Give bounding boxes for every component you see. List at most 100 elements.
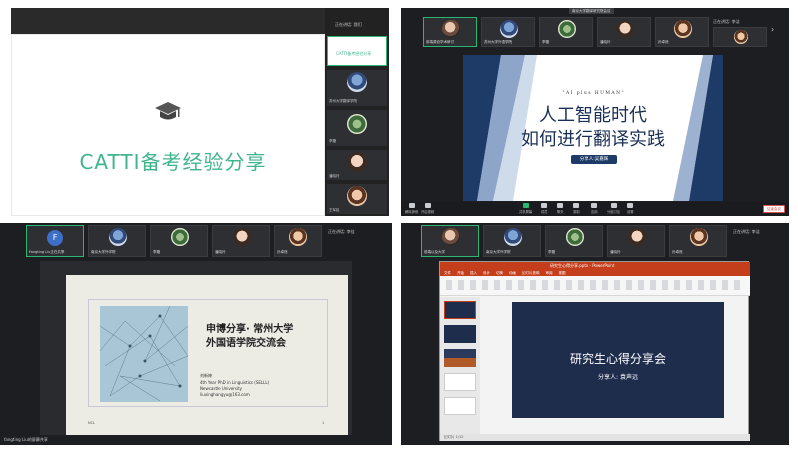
participant-name: 苏州大学翻译学院 bbox=[329, 99, 357, 103]
panel-ppt-share: 前端以及大学 南京大学外学院 李璐 潘晓玲 孙卓然 正在讲话: 李洁 研究生心得… bbox=[401, 223, 789, 445]
breakout-icon bbox=[610, 203, 617, 208]
chat-label: 聊天 bbox=[557, 210, 564, 214]
avatar bbox=[734, 30, 748, 44]
participant-tile[interactable]: 前端以及大学 bbox=[421, 225, 479, 257]
slide-thumbnail-pane bbox=[440, 297, 480, 435]
ppt-title-bar: 研究生心得分享.pptx - PowerPoint bbox=[440, 262, 750, 270]
ppt-status-bar: 幻灯片 1/12 bbox=[440, 434, 750, 441]
control-bar: 解除静音 开启视频 共享屏幕 成员 聊天 录制 应用 分组讨论 设置 结束会议 bbox=[401, 202, 789, 216]
avatar: F bbox=[47, 230, 63, 246]
speaking-indicator: 正在讲话: 李洁 bbox=[713, 19, 740, 24]
participant-tile[interactable]: 孙卓然 bbox=[655, 17, 709, 47]
ppt-status-text: 幻灯片 1/12 bbox=[444, 435, 464, 439]
avatar bbox=[442, 20, 460, 38]
screen-share-label: fangting Liu的屏幕共享 bbox=[4, 437, 48, 442]
participant-tile[interactable]: 孙卓然 bbox=[669, 225, 727, 257]
gear-icon bbox=[627, 203, 634, 208]
slide-thumbnail[interactable] bbox=[444, 397, 476, 415]
members-icon bbox=[541, 203, 548, 208]
chat-icon bbox=[557, 203, 564, 208]
breakout-label: 分组讨论 bbox=[607, 210, 621, 214]
participant-sidebar: 正在讲话: 我们 CATTI备考经验分享 苏州大学翻译学院 李璐 潘晓玲 王军民 bbox=[325, 8, 389, 216]
participant-tile[interactable]: 前端源自学术研讨 bbox=[423, 17, 477, 47]
end-meeting-button[interactable]: 结束会议 bbox=[763, 205, 785, 213]
panel-phd-share: F Fangting Liu正在共享 南京大学外学院 李璐 潘晓玲 孙卓然 正在… bbox=[0, 223, 392, 445]
powerpoint-window: 研究生心得分享.pptx - PowerPoint 文件 开始 插入 设计 切换… bbox=[439, 261, 750, 441]
participant-tile[interactable]: 南京大学外学院 bbox=[88, 225, 146, 257]
graduation-cap-icon bbox=[154, 100, 182, 126]
participant-tile[interactable]: 李璐 bbox=[150, 225, 208, 257]
slide-thumbnail[interactable] bbox=[444, 349, 476, 367]
slide-thumbnail[interactable] bbox=[444, 301, 476, 319]
slide-title-line2: 如何进行翻译实践 bbox=[521, 129, 665, 150]
speaking-indicator: 正在讲话: 我们 bbox=[335, 22, 362, 27]
settings-button[interactable]: 设置 bbox=[627, 203, 634, 214]
participant-name: 潘晓玲 bbox=[329, 174, 340, 178]
record-label: 录制 bbox=[573, 210, 580, 214]
avatar bbox=[690, 228, 708, 246]
participant-tile[interactable]: 潘晓玲 bbox=[597, 17, 651, 47]
avatar bbox=[674, 20, 692, 38]
slide-title-line1: 申博分享· 常州大学 bbox=[206, 324, 294, 335]
avatar bbox=[347, 152, 367, 172]
slide-ai-plus-human: " A I p l u s H U M A N " 人工智能时代 如何进行翻译实… bbox=[463, 55, 723, 201]
record-button[interactable]: 录制 bbox=[573, 203, 580, 214]
top-dark-bar bbox=[11, 8, 325, 34]
participant-tile[interactable]: 潘晓玲 bbox=[607, 225, 665, 257]
participant-tile[interactable]: 李璐 bbox=[539, 17, 593, 47]
meeting-title-badge: 南京大学翻译研究院会议 bbox=[569, 8, 614, 14]
participant-name: 苏州大学外语学院 bbox=[484, 40, 512, 44]
avatar bbox=[566, 228, 584, 246]
participant-name: 李璐 bbox=[548, 250, 555, 254]
apps-button[interactable]: 应用 bbox=[591, 203, 598, 214]
participant-tile[interactable]: 孙卓然 bbox=[274, 225, 322, 257]
slide-page-number: 1 bbox=[322, 421, 325, 425]
participant-name: Fangting Liu正在共享 bbox=[29, 250, 65, 254]
ppt-title-text: 研究生心得分享.pptx - PowerPoint bbox=[550, 263, 615, 268]
participant-name: 李璐 bbox=[153, 250, 160, 254]
chat-button[interactable]: 聊天 bbox=[557, 203, 564, 214]
participant-tile[interactable]: 王军民 bbox=[327, 184, 387, 214]
slide-subtitle: 分享人: 袁声远 bbox=[598, 374, 638, 381]
main-slide: 研究生心得分享会 分享人: 袁声远 bbox=[512, 302, 724, 418]
participant-tile[interactable]: 南京大学外学院 bbox=[483, 225, 541, 257]
slide-title: 研究生心得分享会 bbox=[569, 352, 666, 366]
participant-strip: 前端源自学术研讨 苏州大学外语学院 李璐 潘晓玲 孙卓然 正在讲话: 李洁 › bbox=[401, 15, 789, 49]
avatar bbox=[500, 20, 518, 38]
participant-tile[interactable]: 潘晓玲 bbox=[212, 225, 270, 257]
participant-name: 潘晓玲 bbox=[600, 40, 611, 44]
members-button[interactable]: 成员 bbox=[541, 203, 548, 214]
strip-next-arrow-icon[interactable]: › bbox=[771, 25, 781, 39]
slide-thumbnail[interactable] bbox=[444, 325, 476, 343]
avatar bbox=[628, 228, 646, 246]
slide-phd-share: 申博分享· 常州大学 外国语学院交流会 刘新婷 4th Year PhD in … bbox=[66, 275, 348, 435]
participant-strip: 前端以及大学 南京大学外学院 李璐 潘晓玲 孙卓然 正在讲话: 李洁 bbox=[401, 223, 789, 259]
participant-name: 孙卓然 bbox=[658, 40, 669, 44]
participant-name: 南京大学外学院 bbox=[486, 250, 511, 254]
presenter-email: liuxinghangyu@163.com bbox=[200, 392, 250, 397]
mute-label: 解除静音 bbox=[405, 210, 419, 214]
participant-tile[interactable]: 李璐 bbox=[327, 110, 387, 146]
participant-tile[interactable] bbox=[713, 27, 767, 47]
breakout-button[interactable]: 分组讨论 bbox=[607, 203, 620, 214]
slide-thumbnail[interactable] bbox=[444, 373, 476, 391]
avatar bbox=[442, 228, 460, 246]
participant-name: 孙卓然 bbox=[277, 250, 288, 254]
avatar bbox=[504, 228, 522, 246]
slide-footer: NCL bbox=[88, 421, 96, 425]
participant-tile[interactable]: 潘晓玲 bbox=[327, 150, 387, 180]
participant-name: 李璐 bbox=[542, 40, 549, 44]
participant-tile[interactable]: F Fangting Liu正在共享 bbox=[26, 225, 84, 257]
share-screen-icon bbox=[522, 203, 529, 208]
participant-tile[interactable]: 苏州大学外语学院 bbox=[481, 17, 535, 47]
shared-screen-thumb[interactable]: CATTI备考经验分享 bbox=[327, 36, 387, 66]
apps-label: 应用 bbox=[591, 210, 598, 214]
participant-tile[interactable]: 苏州大学翻译学院 bbox=[327, 70, 387, 106]
share-screen-button[interactable]: 共享屏幕 bbox=[519, 203, 532, 214]
participant-name: 南京大学外学院 bbox=[91, 250, 116, 254]
speaking-indicator: 正在讲话: 李佳 bbox=[328, 229, 355, 234]
participant-name: 孙卓然 bbox=[672, 250, 683, 254]
video-button[interactable]: 开启视频 bbox=[421, 203, 434, 214]
participant-tile[interactable]: 李璐 bbox=[545, 225, 603, 257]
mute-button[interactable]: 解除静音 bbox=[405, 203, 418, 214]
